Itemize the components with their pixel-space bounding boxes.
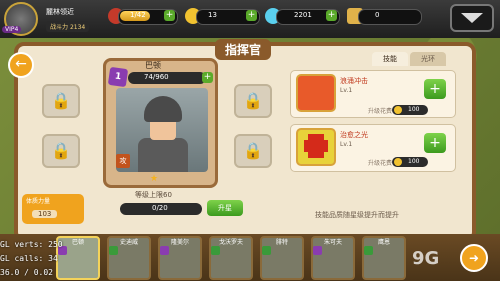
tab-skills[interactable]: 技能 [372,52,408,66]
stats-value: 103 [32,210,58,218]
shard-count: 74/960 [144,73,169,81]
locked-slot[interactable]: 🔒 [42,134,80,168]
add-gem-button[interactable]: + [326,10,337,21]
watermark: 9G [412,248,440,269]
back-button[interactable]: ← [8,52,34,78]
roster-rank-badge [109,246,118,255]
debug-line: 36.0 / 0.02 [0,268,53,277]
player-name: 麓林领近 [46,8,74,16]
roster-rank-badge [364,246,373,255]
roster-slot-name: 隆美尔 [170,239,189,246]
hero-coat [138,138,188,172]
stamina-value: 1/42 [130,11,146,19]
star-icon: ★ [150,174,159,184]
honor-value: 0 [375,11,380,19]
skill-cost: 100 [408,158,420,165]
roster-slot-name: 史迪威 [119,239,138,246]
skill-cost-label: 升级花费 [368,160,393,167]
skill-name: 治愈之光 [340,131,368,139]
chevron-down-icon [461,13,483,23]
roster-slot-name: 腓特 [275,239,288,246]
upgrade-skill-button[interactable]: + [424,79,446,99]
locked-slot[interactable]: 🔒 [234,134,272,168]
attack-type-badge: 攻 [116,154,130,168]
hero-name: 巴顿 [145,61,161,70]
exp-value: 0/20 [152,204,168,212]
locked-slot[interactable]: 🔒 [42,84,80,118]
roster-slot-name: 鹰恩 [377,239,390,246]
upgrade-skill-button[interactable]: + [424,133,446,153]
skill-cost: 100 [408,106,420,113]
roster-slot-name: 朱可夫 [323,239,342,246]
add-shard-button[interactable]: + [202,72,213,83]
roster-rank-badge [211,246,220,255]
gold-coin-icon [394,158,402,166]
skill-level: Lv.1 [340,87,353,94]
add-stamina-button[interactable]: + [164,10,175,21]
upgrade-star-button[interactable]: 升星 [207,200,243,216]
gem-value: 2201 [294,11,312,19]
cross-horizontal [304,140,328,152]
level-cap: 等级上限60 [135,191,172,199]
roster-rank-badge [160,246,169,255]
roster-rank-badge [262,246,271,255]
locked-slot[interactable]: 🔒 [234,84,272,118]
gold-coin-icon [394,106,402,114]
skill-tip: 技能品质随星级提升而提升 [315,211,399,219]
debug-line: GL verts: 250 [0,240,63,249]
player-power: 战斗力 2134 [46,21,90,32]
skill-level: Lv.1 [340,141,353,148]
stats-label: 体质力量 [26,198,51,205]
roster-slot-name: 戈沃罗夫 [218,239,243,246]
fist-icon [296,74,336,112]
gold-value: 13 [208,11,217,19]
roster-rank-badge [313,246,322,255]
star-level-badge: 1 [107,66,129,88]
add-gold-button[interactable]: + [246,10,257,21]
next-page-button[interactable]: ➜ [460,244,488,272]
debug-line: GL calls: 34 [0,254,58,263]
skill-name: 浪涌冲击 [340,77,368,85]
page-title: 指挥官 [215,39,272,60]
skill-cost-label: 升级花费 [368,108,393,115]
tab-aura[interactable]: 光环 [410,52,446,66]
honor-bar [358,9,422,25]
vip-badge: VIP4 [2,26,22,33]
